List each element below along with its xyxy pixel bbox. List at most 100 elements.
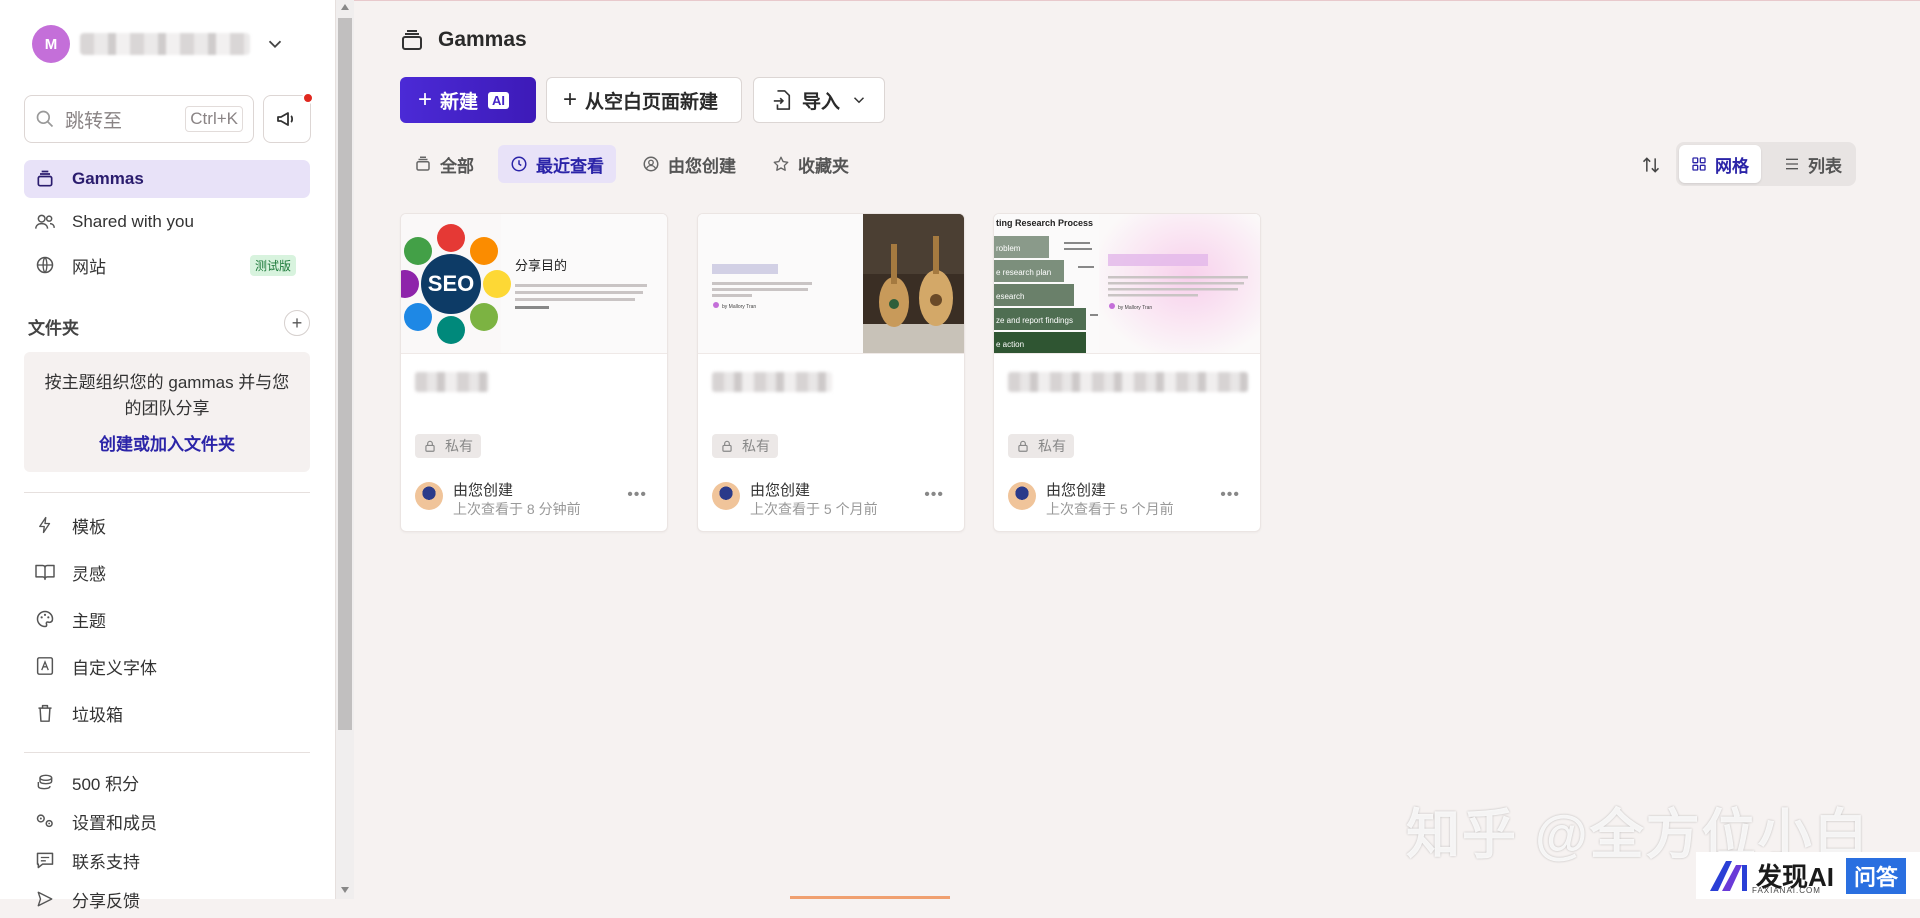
tab-favorites[interactable]: 收藏夹 xyxy=(760,145,861,183)
sidebar-item-trash[interactable]: 垃圾箱 xyxy=(24,694,310,732)
privacy-badge: 私有 xyxy=(415,434,481,458)
sidebar-item-inspiration[interactable]: 灵感 xyxy=(24,553,310,591)
sort-icon xyxy=(1642,157,1660,173)
sidebar-scrollbar[interactable] xyxy=(336,0,354,899)
page-title: Gammas xyxy=(400,28,527,52)
trash-icon xyxy=(34,702,56,724)
thumb-step: e action xyxy=(996,340,1024,349)
new-label: 新建 xyxy=(440,91,479,113)
seo-text: SEO xyxy=(428,271,474,296)
sidebar-item-label: 灵感 xyxy=(72,564,106,584)
sidebar-item-templates[interactable]: 模板 xyxy=(24,506,310,544)
bolt-icon xyxy=(34,514,56,536)
owner-label: 由您创建 xyxy=(453,482,514,499)
privacy-label: 私有 xyxy=(1038,438,1066,454)
sidebar-item-label: 500 积分 xyxy=(72,774,140,794)
stack-icon xyxy=(402,30,422,50)
view-grid-button[interactable]: 网格 xyxy=(1679,145,1761,183)
lock-icon xyxy=(720,439,734,453)
thumb-byline: by Mallory Tran xyxy=(722,304,756,310)
account-switcher[interactable]: M xyxy=(32,24,300,64)
sidebar-item-custom-fonts[interactable]: 自定义字体 xyxy=(24,647,310,685)
view-list-label: 列表 xyxy=(1808,156,1842,176)
font-icon xyxy=(34,655,56,677)
book-icon xyxy=(34,561,56,583)
page-title-text: Gammas xyxy=(438,28,527,51)
thumb-byline: by Mallory Tran xyxy=(1118,305,1152,311)
search-icon xyxy=(36,110,54,128)
tab-label: 由您创建 xyxy=(668,156,736,176)
new-ai-button[interactable]: + 新建 AI xyxy=(400,77,536,123)
create-folder-link[interactable]: 创建或加入文件夹 xyxy=(24,430,310,455)
more-options-icon[interactable]: ••• xyxy=(1220,486,1240,504)
scrollbar-thumb[interactable] xyxy=(338,18,352,730)
sidebar-item-settings[interactable]: 设置和成员 xyxy=(24,802,310,840)
sidebar-divider xyxy=(24,492,310,493)
owner-avatar xyxy=(1008,482,1036,510)
more-options-icon[interactable]: ••• xyxy=(627,486,647,504)
gamma-card[interactable]: ting Research Process roblem e research … xyxy=(993,213,1261,532)
lock-icon xyxy=(1016,439,1030,453)
chevron-down-icon xyxy=(853,97,865,104)
new-blank-label: 从空白页面新建 xyxy=(585,91,719,113)
view-toggle: 网格 列表 xyxy=(1676,142,1856,186)
thumb-heading: 分享目的 xyxy=(515,258,567,274)
gamma-card[interactable]: by Mallory Tran 私有 由您创建 上次查看于 5 个月前 ••• xyxy=(697,213,965,532)
sort-button[interactable] xyxy=(1636,150,1666,180)
view-list-button[interactable]: 列表 xyxy=(1772,145,1854,183)
ai-badge: AI xyxy=(488,91,510,109)
sidebar-item-credits[interactable]: 500 积分 xyxy=(24,763,310,801)
sidebar-item-support[interactable]: 联系支持 xyxy=(24,841,310,879)
folders-heading: 文件夹 xyxy=(28,319,79,338)
card-thumbnail: ting Research Process roblem e research … xyxy=(994,214,1260,354)
sidebar-item-label: 主题 xyxy=(72,611,106,631)
gamma-card[interactable]: SEO 分享目的 私有 由您创建 上次查看于 8 分钟前 ••• xyxy=(400,213,668,532)
search-input[interactable]: 跳转至 Ctrl+K xyxy=(24,95,254,143)
scroll-up-arrow[interactable] xyxy=(341,4,349,10)
globe-icon xyxy=(34,254,56,276)
view-grid-label: 网格 xyxy=(1715,156,1749,176)
sidebar-item-label: 垃圾箱 xyxy=(72,705,123,725)
sidebar-item-gammas[interactable]: Gammas xyxy=(24,160,310,198)
card-title-redacted xyxy=(415,372,489,392)
announcements-button[interactable] xyxy=(263,92,314,143)
import-label: 导入 xyxy=(802,91,841,113)
privacy-label: 私有 xyxy=(445,438,473,454)
privacy-badge: 私有 xyxy=(712,434,778,458)
tab-created-by-you[interactable]: 由您创建 xyxy=(630,145,748,183)
notification-dot xyxy=(302,92,314,104)
sidebar-item-label: 模板 xyxy=(72,517,106,537)
tab-label: 最近查看 xyxy=(536,156,604,176)
more-options-icon[interactable]: ••• xyxy=(924,486,944,504)
sidebar-item-feedback[interactable]: 分享反馈 xyxy=(24,880,310,918)
palette-icon xyxy=(34,608,56,630)
plus-icon: + xyxy=(418,86,433,113)
search-placeholder: 跳转至 xyxy=(65,110,123,132)
import-button[interactable]: 导入 xyxy=(753,77,885,123)
sidebar-item-label: Gammas xyxy=(72,169,144,188)
import-icon xyxy=(773,90,791,110)
new-blank-button[interactable]: + 从空白页面新建 xyxy=(546,77,742,123)
sidebar-item-sites[interactable]: 网站 测试版 xyxy=(24,246,310,284)
tab-label: 全部 xyxy=(440,156,474,176)
brand-ask: 问答 xyxy=(1846,857,1907,894)
add-folder-button[interactable]: + xyxy=(284,310,310,336)
sidebar-item-label: 分享反馈 xyxy=(72,891,140,911)
scroll-down-arrow[interactable] xyxy=(341,887,349,893)
owner-avatar xyxy=(712,482,740,510)
megaphone-icon xyxy=(277,112,294,126)
sidebar-item-label: 自定义字体 xyxy=(72,658,157,678)
sidebar-item-shared[interactable]: Shared with you xyxy=(24,203,310,241)
sidebar-item-label: Shared with you xyxy=(72,212,194,231)
tab-recent[interactable]: 最近查看 xyxy=(498,145,616,183)
chat-icon xyxy=(34,849,56,871)
sidebar-item-themes[interactable]: 主题 xyxy=(24,600,310,638)
research-process-graphic: ting Research Process roblem e research … xyxy=(994,214,1260,353)
tab-all[interactable]: 全部 xyxy=(402,145,486,183)
users-icon xyxy=(34,211,56,233)
list-icon xyxy=(1784,156,1800,172)
stack-icon xyxy=(34,168,56,190)
last-viewed: 上次查看于 5 个月前 xyxy=(750,501,878,517)
card-thumbnail: SEO 分享目的 xyxy=(401,214,667,354)
sidebar-item-label: 网站 xyxy=(72,257,106,277)
